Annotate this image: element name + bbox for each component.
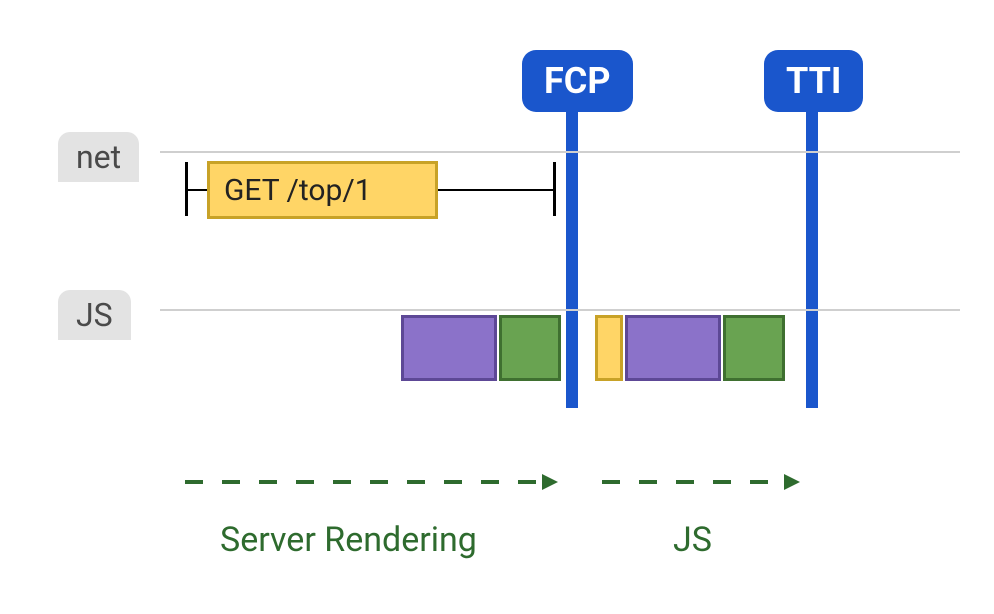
net-track-rule xyxy=(160,151,960,153)
arrow-right-icon xyxy=(784,474,800,490)
js-block-green-2 xyxy=(723,315,785,381)
server-rendering-label: Server Rendering xyxy=(220,520,477,560)
js-block-yellow xyxy=(595,315,623,381)
net-request-bar: GET /top/1 xyxy=(207,161,438,219)
net-whisker-end-cap xyxy=(553,162,556,216)
js-block-purple-2 xyxy=(625,315,721,381)
js-phase-label: JS xyxy=(673,520,712,560)
net-whisker-start xyxy=(186,189,207,191)
js-block-purple-1 xyxy=(401,315,497,381)
timeline-diagram: FCP TTI net GET /top/1 JS Server Renderi… xyxy=(0,0,994,614)
fcp-badge: FCP xyxy=(522,50,633,112)
js-block-green-1 xyxy=(499,315,561,381)
fcp-marker-line xyxy=(566,108,578,408)
net-whisker-end xyxy=(438,189,553,191)
tti-marker-line xyxy=(806,108,818,408)
js-phase-arrow xyxy=(0,470,994,494)
tti-badge: TTI xyxy=(764,50,863,112)
net-request-label: GET /top/1 xyxy=(224,173,372,208)
net-track-label: net xyxy=(58,132,139,182)
js-track-rule xyxy=(160,309,960,311)
js-track-label: JS xyxy=(58,290,131,340)
